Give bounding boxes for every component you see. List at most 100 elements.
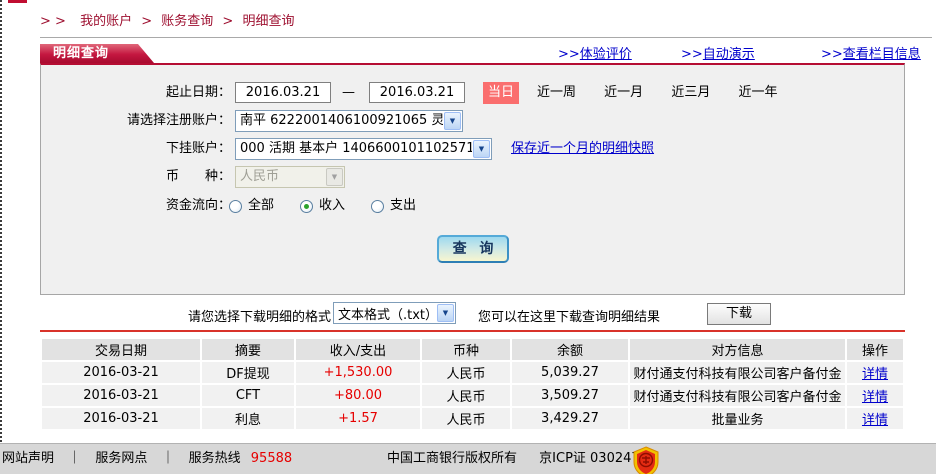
radio-label-all: 全部: [248, 198, 275, 213]
cell-summary: 利息: [202, 408, 294, 429]
date-range-label: 起止日期：: [165, 85, 231, 100]
tab-detail-query[interactable]: 明细查询: [40, 44, 154, 63]
download-format-label: 请您选择下载明细的格式: [188, 310, 332, 325]
cell-amount: +80.00: [296, 385, 420, 406]
cell-currency: 人民币: [422, 385, 510, 406]
date-range-row: 起止日期： — 当日 近一周 近一月 近三月 近一年: [41, 82, 904, 104]
breadcrumb-item-account-query[interactable]: 账务查询: [161, 14, 213, 29]
breadcrumb-item-detail-query[interactable]: 明细查询: [242, 14, 294, 29]
cell-balance: 5,039.27: [512, 362, 628, 383]
footer-link-site-statement[interactable]: 网站声明: [2, 451, 54, 466]
cell-date: 2016-03-21: [42, 385, 200, 406]
cell-date: 2016-03-21: [42, 408, 200, 429]
left-frame-dotted-border: [0, 0, 2, 474]
quick-range-links: 近一周 近一月 近三月 近一年: [537, 82, 801, 104]
cell-summary: CFT: [202, 385, 294, 406]
cell-counterparty: 财付通支付科技有限公司客户备付金: [630, 362, 845, 383]
quick-range-year[interactable]: 近一年: [738, 85, 777, 100]
cell-counterparty: 批量业务: [630, 408, 845, 429]
quick-range-month[interactable]: 近一月: [604, 85, 643, 100]
radio-option-all[interactable]: 全部: [229, 195, 274, 217]
detail-query-page: > > 我的账户 > 账务查询 > 明细查询 明细查询 >>体验评价 >>自动演…: [0, 0, 936, 474]
radio-label-income: 收入: [319, 198, 346, 213]
breadcrumb: > > 我的账户 > 账务查询 > 明细查询: [40, 10, 294, 29]
chevron-down-icon: ▼: [326, 168, 343, 186]
cell-amount: +1.57: [296, 408, 420, 429]
results-divider: [40, 330, 905, 332]
fund-flow-row: 资金流向： 全部 收入 支出: [41, 195, 904, 217]
col-header-balance: 余额: [512, 339, 628, 360]
register-account-label: 请选择注册账户：: [126, 113, 231, 128]
quick-range-today-button[interactable]: 当日: [483, 82, 519, 104]
table-header-row: 交易日期 摘要 收入/支出 币种 余额 对方信息 操作: [42, 339, 903, 360]
currency-value: 人民币: [240, 169, 280, 184]
register-account-row: 请选择注册账户： 南平 6222001406100921065 灵通卡 ▼: [41, 110, 904, 132]
download-format-select[interactable]: 文本格式（.txt） ▼: [333, 302, 456, 324]
detail-link[interactable]: 详情: [862, 390, 888, 405]
currency-row: 币 种： 人民币 ▼: [41, 166, 904, 188]
cell-amount: +1,530.00: [296, 362, 420, 383]
sub-account-row: 下挂账户： 000 活期 基本户 1406600101102571848 ▼ 保…: [41, 138, 904, 160]
table-row: 2016-03-21 利息 +1.57 人民币 3,429.27 批量业务 详情: [42, 408, 903, 429]
register-account-select[interactable]: 南平 6222001406100921065 灵通卡 ▼: [235, 110, 463, 132]
col-header-counterparty: 对方信息: [630, 339, 845, 360]
footer-link-service-outlets[interactable]: 服务网点: [95, 451, 147, 466]
footer: 网站声明 ｜ 服务网点 ｜ 服务热线 95588 中国工商银行版权所有 京ICP…: [0, 443, 936, 474]
date-from-input[interactable]: [235, 82, 331, 103]
register-account-value: 南平 6222001406100921065 灵通卡: [240, 113, 443, 128]
cell-date: 2016-03-21: [42, 362, 200, 383]
col-header-date: 交易日期: [42, 339, 200, 360]
download-hint: 您可以在这里下载查询明细结果: [478, 310, 661, 325]
download-format-value: 文本格式（.txt）: [338, 307, 436, 323]
radio-icon[interactable]: [229, 199, 242, 213]
detail-link[interactable]: 详情: [862, 413, 888, 428]
cell-balance: 3,429.27: [512, 408, 628, 429]
date-to-input[interactable]: [369, 82, 465, 103]
download-button[interactable]: 下载: [707, 303, 771, 325]
quick-range-week[interactable]: 近一周: [537, 85, 576, 100]
query-form-panel: 起止日期： — 当日 近一周 近一月 近三月 近一年 请选择注册账户： 南平 6…: [40, 63, 905, 295]
radio-icon[interactable]: [300, 199, 314, 213]
fund-flow-label: 资金流向：: [165, 198, 231, 213]
icbc-shield-badge-icon: [633, 446, 659, 474]
breadcrumb-item-my-account[interactable]: 我的账户: [80, 14, 132, 29]
footer-hotline-label: 服务热线: [188, 451, 241, 466]
footer-divider: ｜: [161, 451, 175, 466]
footer-hotline-number: 95588: [250, 451, 293, 466]
radio-option-expense[interactable]: 支出: [371, 195, 416, 217]
col-header-action: 操作: [847, 339, 903, 360]
radio-option-income[interactable]: 收入: [300, 195, 345, 217]
query-button[interactable]: 查 询: [437, 235, 509, 263]
fund-flow-options: 全部 收入 支出: [229, 195, 442, 217]
chevron-down-icon[interactable]: ▼: [473, 140, 490, 158]
col-header-amount: 收入/支出: [296, 339, 420, 360]
footer-copyright-block: 中国工商银行版权所有 京ICP证 030247号: [387, 444, 653, 474]
link-experience-rating[interactable]: >>体验评价: [558, 43, 632, 62]
link-view-column-info[interactable]: >>查看栏目信息: [821, 43, 921, 62]
cell-balance: 3,509.27: [512, 385, 628, 406]
col-header-summary: 摘要: [202, 339, 294, 360]
col-header-currency: 币种: [422, 339, 510, 360]
cell-currency: 人民币: [422, 362, 510, 383]
chevron-down-icon[interactable]: ▼: [444, 112, 461, 130]
currency-select-disabled: 人民币 ▼: [235, 166, 345, 188]
header-divider: [40, 37, 932, 38]
breadcrumb-separator: >: [141, 14, 153, 29]
save-monthly-snapshot-link[interactable]: 保存近一个月的明细快照: [511, 138, 654, 160]
quick-range-quarter[interactable]: 近三月: [671, 85, 710, 100]
sub-account-select[interactable]: 000 活期 基本户 1406600101102571848 ▼: [235, 138, 492, 160]
footer-copyright: 中国工商银行版权所有: [387, 451, 518, 466]
detail-link[interactable]: 详情: [862, 367, 888, 382]
cell-counterparty: 财付通支付科技有限公司客户备付金: [630, 385, 845, 406]
breadcrumb-separator: >: [222, 14, 234, 29]
sub-account-value: 000 活期 基本户 1406600101102571848: [240, 141, 472, 156]
breadcrumb-prefix: > >: [40, 14, 66, 29]
cell-summary: DF提现: [202, 362, 294, 383]
table-row: 2016-03-21 CFT +80.00 人民币 3,509.27 财付通支付…: [42, 385, 903, 406]
chevron-down-icon[interactable]: ▼: [437, 304, 454, 322]
date-separator: —: [342, 85, 355, 100]
radio-icon[interactable]: [371, 199, 385, 213]
link-auto-demo[interactable]: >>自动演示: [681, 43, 755, 62]
radio-label-expense: 支出: [390, 198, 417, 213]
top-red-divider: [8, 0, 27, 3]
